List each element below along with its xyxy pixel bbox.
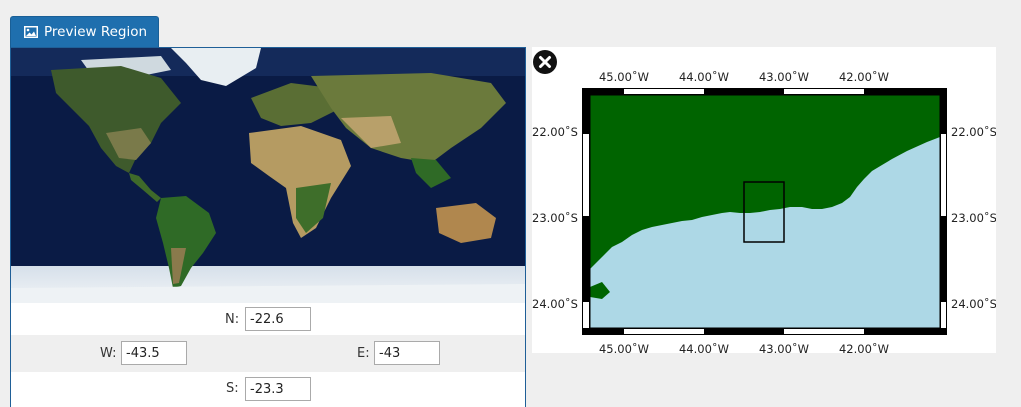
x-tick-bottom: 42.00˚W bbox=[839, 341, 889, 353]
east-input[interactable] bbox=[374, 341, 440, 365]
x-tick-bottom: 44.00˚W bbox=[679, 341, 729, 353]
close-icon bbox=[539, 56, 551, 68]
x-tick-top: 44.00˚W bbox=[679, 69, 729, 84]
preview-region-button[interactable]: Preview Region bbox=[10, 16, 159, 47]
x-tick-top: 43.00˚W bbox=[759, 69, 809, 84]
region-map: 45.00˚W 44.00˚W 43.00˚W 42.00˚W 45.00˚W … bbox=[532, 69, 996, 353]
y-tick-left: 24.00˚S bbox=[532, 296, 578, 311]
west-east-row: W: E: bbox=[11, 335, 525, 372]
east-label: E: bbox=[357, 346, 370, 361]
image-icon bbox=[24, 26, 38, 38]
north-input[interactable] bbox=[245, 307, 311, 331]
south-label: S: bbox=[226, 381, 239, 396]
world-map[interactable] bbox=[11, 48, 525, 306]
y-tick-left: 23.00˚S bbox=[532, 210, 578, 225]
preview-region-label: Preview Region bbox=[44, 24, 148, 40]
y-tick-left: 22.00˚S bbox=[532, 124, 578, 139]
north-label: N: bbox=[225, 312, 240, 327]
west-label: W: bbox=[100, 346, 117, 361]
x-tick-bottom: 45.00˚W bbox=[599, 341, 649, 353]
y-tick-right: 24.00˚S bbox=[951, 296, 996, 311]
y-tick-right: 23.00˚S bbox=[951, 210, 996, 225]
x-tick-top: 42.00˚W bbox=[839, 69, 889, 84]
x-tick-bottom: 43.00˚W bbox=[759, 341, 809, 353]
region-map-panel: 45.00˚W 44.00˚W 43.00˚W 42.00˚W 45.00˚W … bbox=[532, 47, 996, 353]
y-tick-right: 22.00˚S bbox=[951, 124, 996, 139]
region-selector-panel: N: W: E: S: bbox=[10, 47, 526, 407]
south-row: S: bbox=[11, 372, 525, 407]
west-input[interactable] bbox=[121, 341, 187, 365]
x-tick-top: 45.00˚W bbox=[599, 69, 649, 84]
close-map-button[interactable] bbox=[533, 50, 557, 74]
south-input[interactable] bbox=[245, 377, 311, 401]
north-row: N: bbox=[11, 303, 525, 335]
